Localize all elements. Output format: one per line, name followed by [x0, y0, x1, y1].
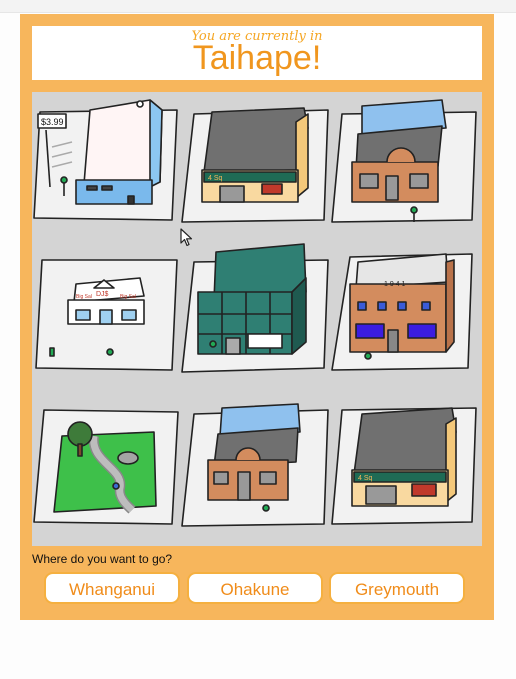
destination-button-ohakune[interactable]: Ohakune — [187, 572, 323, 604]
town-park — [53, 421, 157, 514]
teal-office-building — [197, 243, 307, 355]
brick-building-1941: 1 9 4 1 — [349, 253, 455, 360]
location-header: You are currently in Taihape! — [32, 26, 482, 80]
mouse-cursor-icon — [180, 228, 193, 247]
destination-button-whanganui[interactable]: Whanganui — [44, 572, 180, 604]
four-square-building-top: 4 Sq — [201, 107, 309, 203]
destination-question: Where do you want to go? — [32, 552, 173, 566]
game-panel: You are currently in Taihape! $3.99 4 Sq… — [20, 14, 494, 620]
brick-building-bottom — [207, 403, 301, 512]
destination-button-greymouth[interactable]: Greymouth — [329, 572, 465, 604]
four-square-sign-bottom: 4 Sq — [358, 475, 373, 482]
town-map: $3.99 4 Sq Big Sal DJ$ Big Sal 1 9 4 1 4… — [32, 92, 482, 546]
building-year: 1 9 4 1 — [384, 281, 406, 288]
browser-top-bar — [0, 0, 516, 13]
shop-sign-left: Big Sal — [76, 294, 92, 300]
current-town-name: Taihape! — [192, 39, 322, 77]
shop-sign-right: Big Sal — [120, 294, 136, 300]
shop-sign-logo: DJ$ — [96, 291, 109, 298]
price-sign: $3.99 — [41, 117, 64, 127]
town-map-illustration: $3.99 4 Sq Big Sal DJ$ Big Sal 1 9 4 1 4… — [33, 99, 477, 527]
four-square-sign-top: 4 Sq — [208, 175, 223, 182]
four-square-building-bottom: 4 Sq — [351, 407, 457, 507]
